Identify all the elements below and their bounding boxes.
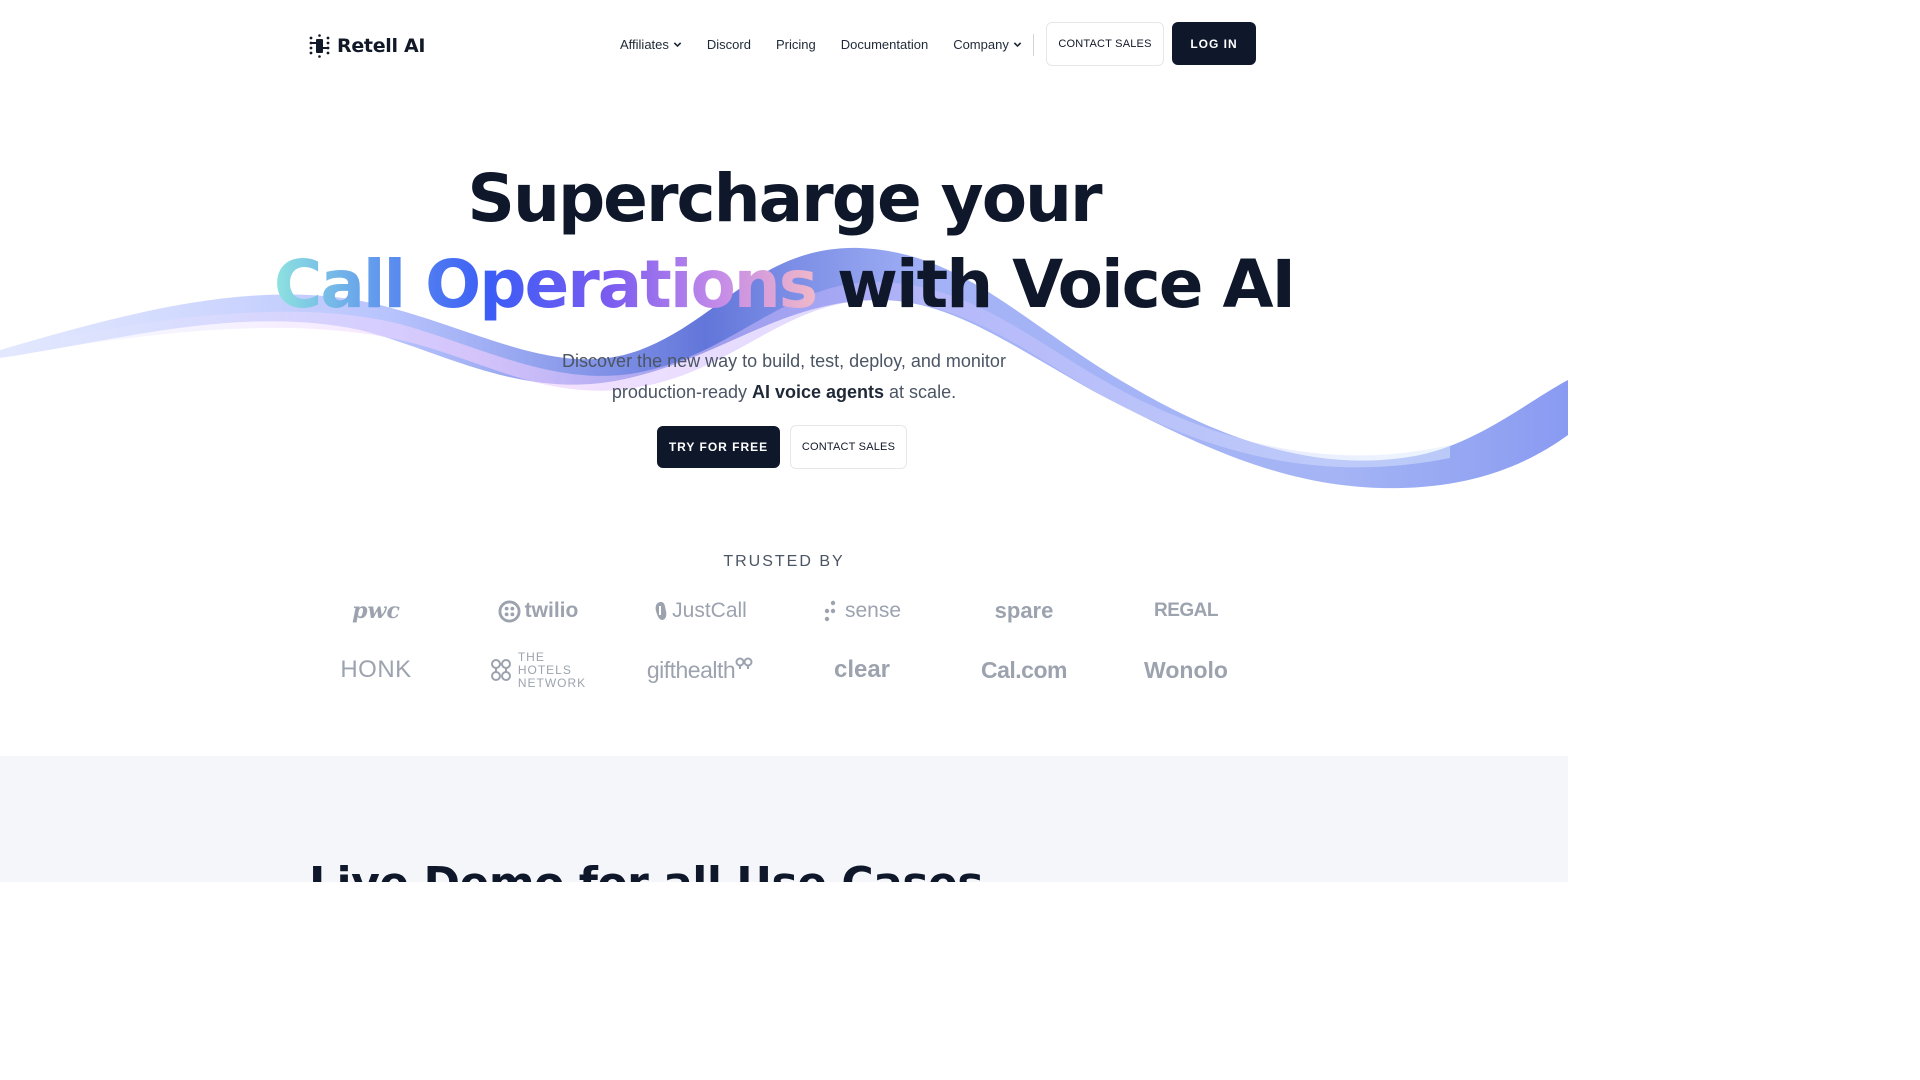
pwc-logo: pwc <box>352 598 400 624</box>
calcom-logo: Cal.com <box>981 656 1067 683</box>
justcall-logo: JustCall <box>619 588 781 634</box>
hero-subtitle-line1: Discover the new way to build, test, dep… <box>562 351 1006 371</box>
hero-subtitle-bold: AI voice agents <box>752 382 885 402</box>
nav-pricing-label: Pricing <box>775 37 816 52</box>
twilio-icon <box>498 599 521 623</box>
live-demo-section: Live Demo for all Use Cases <box>0 756 1568 882</box>
hotels-network-logo: THE HOTELS NETWORK <box>457 634 619 706</box>
justcall-icon <box>655 602 667 620</box>
nav-contact-sales-button[interactable]: CONTACT SALES <box>1046 22 1164 66</box>
customer-logos: pwc twilio JustCall sense spare REGAL HO… <box>295 588 1267 706</box>
hotels-network-icon <box>490 659 511 681</box>
wonolo-logo: Wonolo <box>1144 656 1228 683</box>
nav-affiliates[interactable]: Affiliates <box>620 37 682 52</box>
justcall-wordmark: JustCall <box>672 599 747 622</box>
nav-links: Affiliates Discord Pricing Documentation… <box>620 37 1047 52</box>
hotels-network-line3: NETWORK <box>517 675 587 690</box>
hotels-network-line2: HOTELS <box>517 662 572 677</box>
hero-subtitle: Discover the new way to build, test, dep… <box>0 346 1568 408</box>
chevron-down-icon <box>1013 42 1022 48</box>
hotels-network-wordmark: THE HOTELS NETWORK <box>517 649 587 690</box>
hero-title-line1: Supercharge your <box>467 160 1102 237</box>
nav-divider <box>1033 34 1034 56</box>
twilio-logo: twilio <box>457 588 619 634</box>
nav-company-label: Company <box>953 37 1009 52</box>
honk-logo: HONK <box>340 656 412 683</box>
brand-name: Retell AI <box>337 35 426 57</box>
nav-documentation[interactable]: Documentation <box>841 37 928 52</box>
nav-affiliates-label: Affiliates <box>620 37 669 52</box>
nav-discord-label: Discord <box>706 37 751 52</box>
nav-pricing[interactable]: Pricing <box>776 37 816 52</box>
sense-wordmark: sense <box>844 599 902 622</box>
gifthealth-wordmark: gifthealth <box>646 656 736 683</box>
try-for-free-button[interactable]: TRY FOR FREE <box>657 426 780 468</box>
sense-icon <box>824 600 836 622</box>
hero-title-gradient-text: Call Operations <box>273 246 818 323</box>
hero-subtitle-text: production-ready <box>611 382 752 402</box>
regal-logo: REGAL <box>1154 600 1219 621</box>
hero-title-line2-rest: with Voice AI <box>816 246 1296 323</box>
trusted-by-heading: TRUSTED BY <box>723 553 845 570</box>
live-demo-title: Live Demo for all Use Cases <box>309 858 984 882</box>
hero-subtitle-line2: production-ready AI voice agents at scal… <box>0 377 1568 408</box>
gifthealth-icon <box>735 657 753 669</box>
spare-logo: spare <box>994 598 1054 623</box>
top-nav: Retell AI Affiliates Discord Pricing Doc… <box>0 0 1568 90</box>
retell-logo-icon <box>309 34 330 58</box>
gifthealth-logo: gifthealth <box>619 634 781 706</box>
hero-contact-sales-button[interactable]: CONTACT SALES <box>790 425 907 469</box>
sense-logo: sense <box>781 588 943 634</box>
brand-logo[interactable]: Retell AI <box>309 34 426 58</box>
twilio-wordmark: twilio <box>524 599 579 622</box>
clear-logo: clear <box>833 656 891 683</box>
hotels-network-line1: THE <box>517 649 545 664</box>
chevron-down-icon <box>673 42 682 48</box>
nav-company[interactable]: Company <box>953 37 1022 52</box>
login-button[interactable]: LOG IN <box>1172 22 1256 65</box>
nav-discord[interactable]: Discord <box>707 37 751 52</box>
hero-title-line2: Call Operations with Voice AI <box>0 252 1568 318</box>
nav-documentation-label: Documentation <box>840 37 929 52</box>
hero-subtitle-tail: at scale. <box>884 382 957 402</box>
